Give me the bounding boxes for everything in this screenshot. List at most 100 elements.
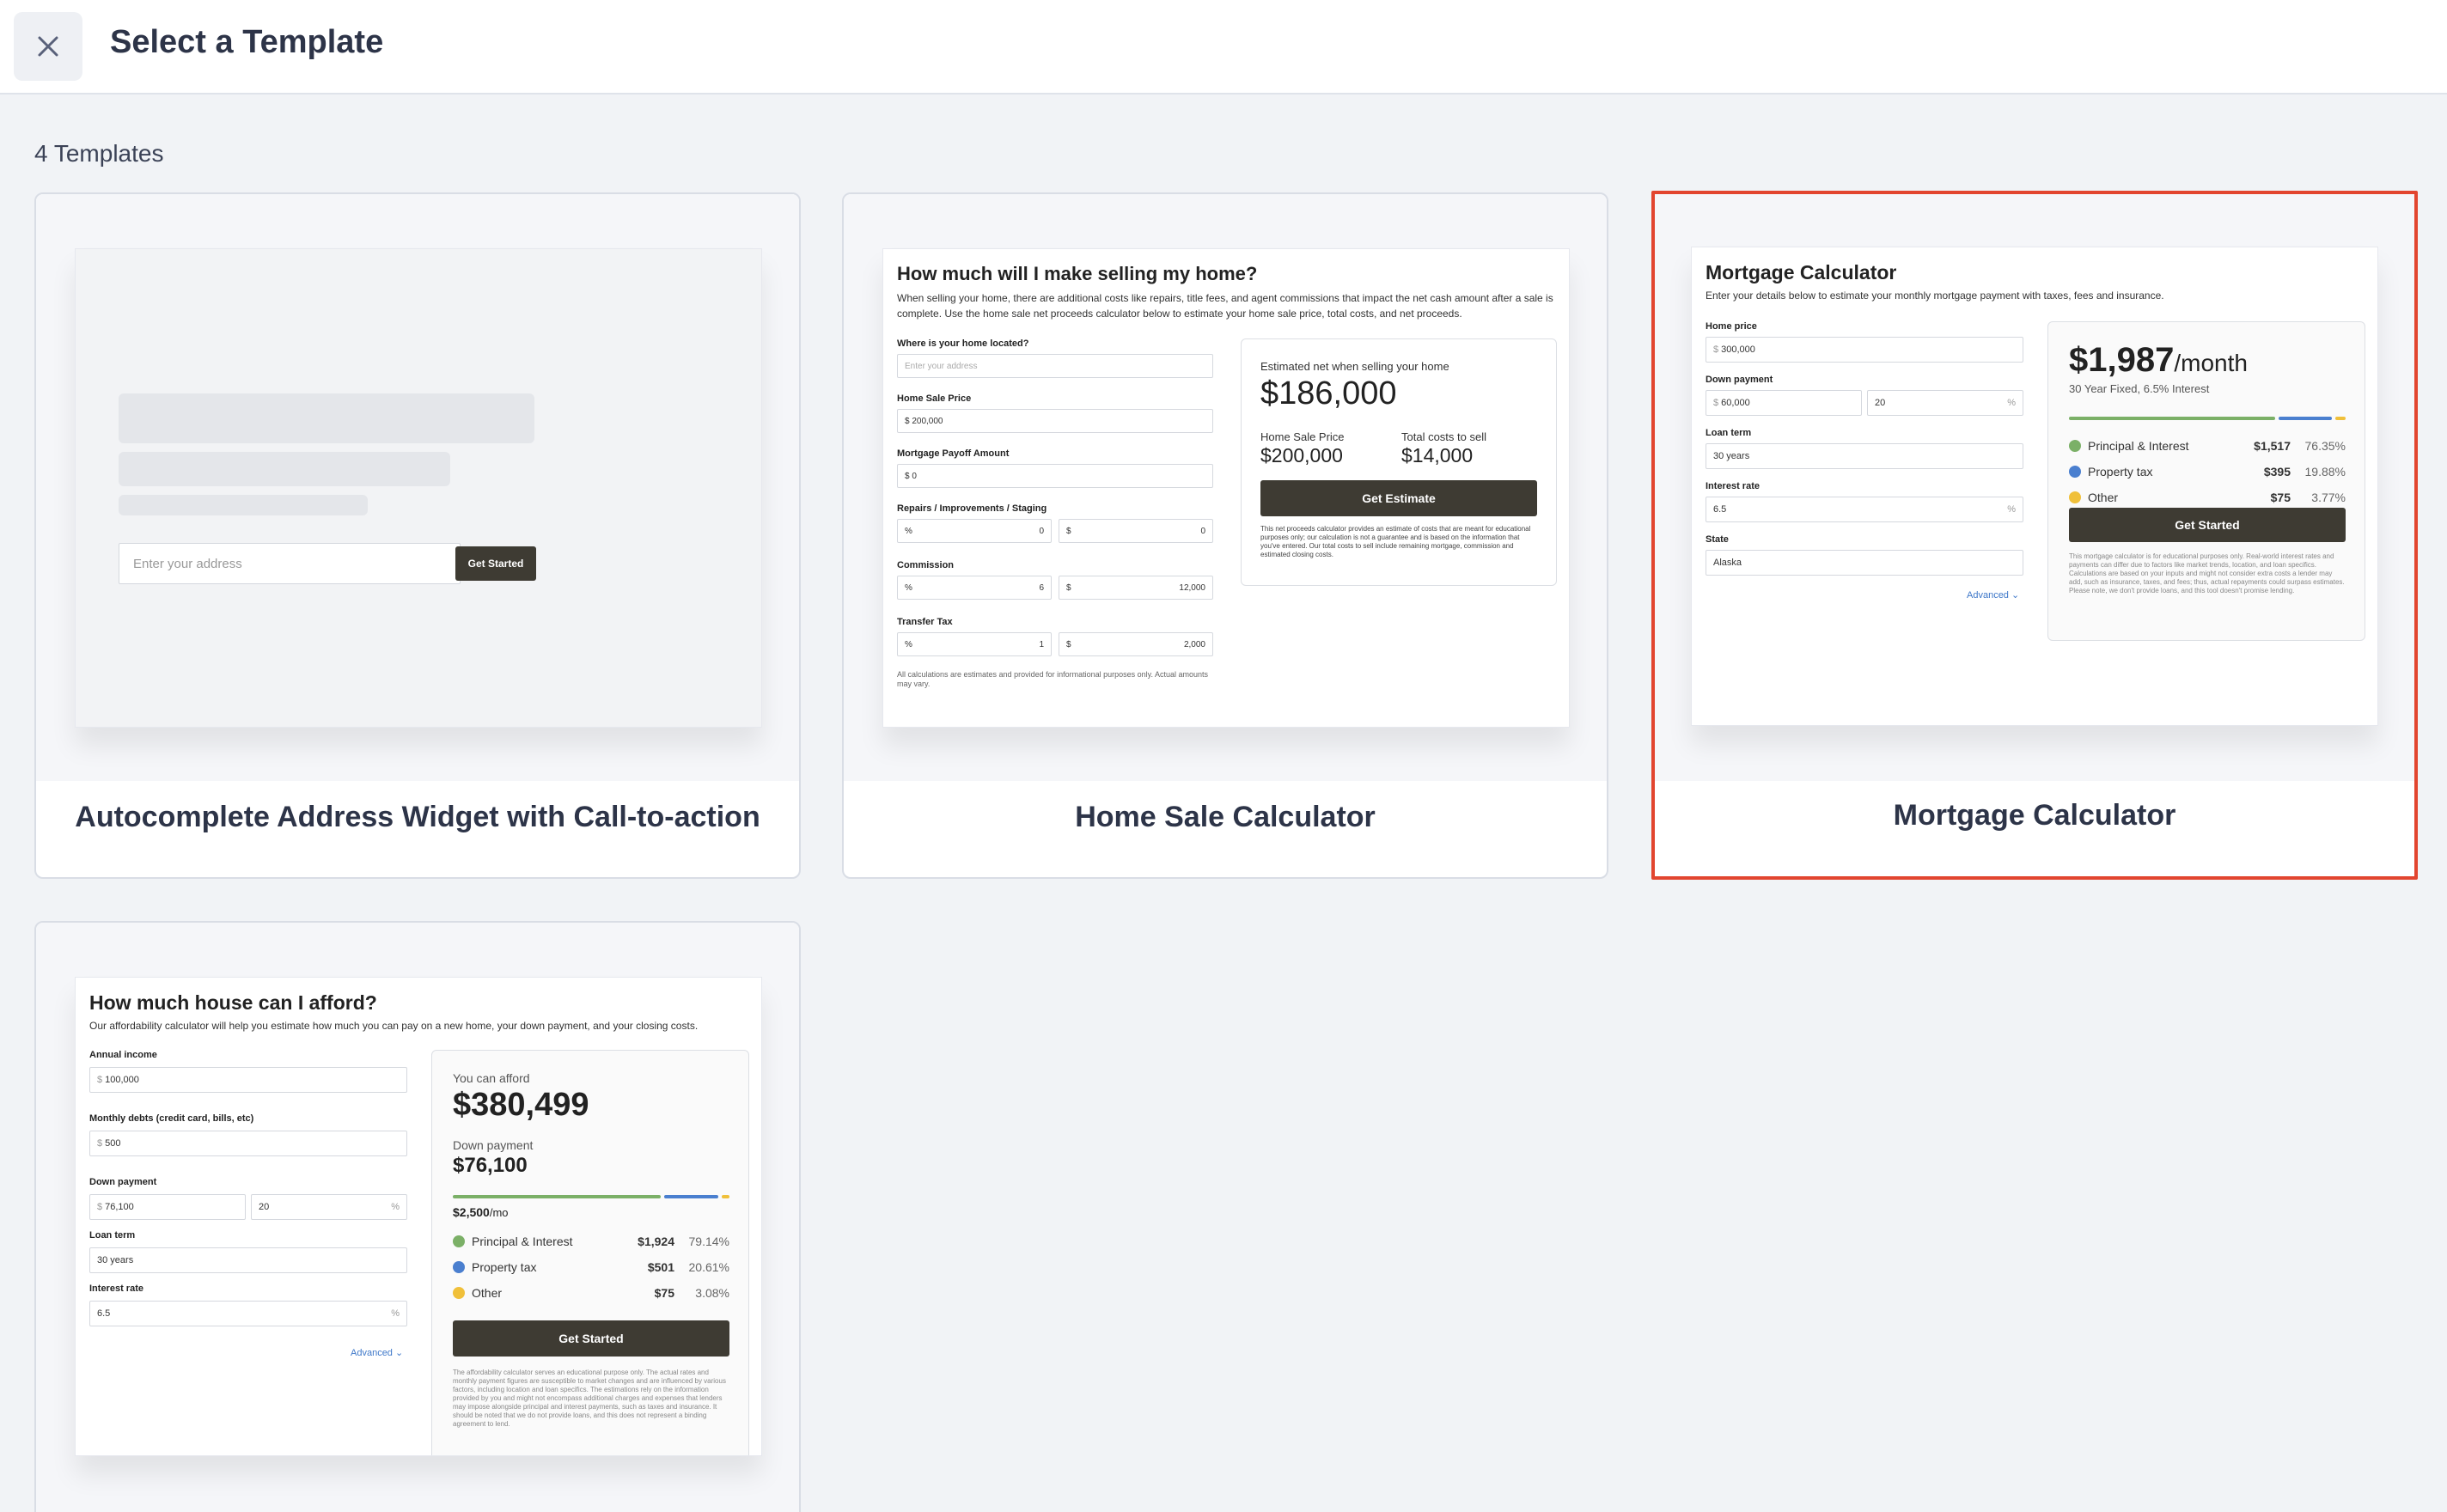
breakdown-amount: $501	[647, 1260, 674, 1274]
sale-price-label: Home Sale Price	[1260, 430, 1345, 443]
field-value: 20	[1875, 398, 1886, 408]
annual-income-input[interactable]: $100,000	[89, 1067, 407, 1093]
template-card-home-sale[interactable]: How much will I make selling my home? Wh…	[842, 192, 1608, 879]
get-estimate-button[interactable]: Get Estimate	[1260, 480, 1537, 516]
down-payment-value: $76,100	[453, 1154, 528, 1177]
down-payment-input[interactable]: $60,000	[1706, 390, 1862, 416]
repairs-percent-input[interactable]: % 0	[897, 519, 1052, 543]
breakdown-amount: $75	[2270, 491, 2291, 504]
unit-label: %	[2007, 504, 2016, 515]
breakdown-bar-segment	[453, 1195, 661, 1198]
legend-dot-icon	[453, 1261, 465, 1273]
breakdown-bar	[2069, 417, 2346, 420]
preview-heading: Mortgage Calculator	[1706, 261, 1897, 284]
unit-label: $	[1066, 639, 1071, 649]
legend-dot-icon	[2069, 440, 2081, 452]
template-preview-area: Mortgage Calculator Enter your details b…	[1655, 194, 2414, 781]
payment-amount: $1,987	[2069, 341, 2175, 379]
unit-label: $	[1713, 398, 1719, 408]
commission-amount-input[interactable]: $12,000	[1059, 576, 1213, 600]
preview-intro: Enter your details below to estimate you…	[1706, 290, 2164, 302]
skeleton-line	[119, 393, 534, 443]
loan-term-select[interactable]: 30 years	[89, 1247, 407, 1273]
field-label: Interest rate	[1706, 481, 1760, 491]
state-select[interactable]: Alaska	[1706, 550, 2023, 576]
field-label: Commission	[897, 560, 955, 570]
breakdown-row: Principal & Interest $1,517 76.35%	[2069, 439, 2346, 453]
unit-label: %	[2007, 398, 2016, 408]
skeleton-line	[119, 452, 450, 486]
field-value: 76,100	[105, 1202, 134, 1212]
template-preview: Enter your address Get Started	[75, 248, 762, 728]
loan-term-select[interactable]: 30 years	[1706, 443, 2023, 469]
field-value: 300,000	[1721, 344, 1755, 355]
address-input[interactable]: Enter your address	[119, 543, 461, 584]
breakdown-bar-segment	[721, 1195, 729, 1198]
template-preview: Mortgage Calculator Enter your details b…	[1691, 247, 2378, 726]
down-payment-percent-input[interactable]: 20%	[1867, 390, 2023, 416]
breakdown-name: Property tax	[2088, 465, 2153, 479]
template-preview-area: How much will I make selling my home? Wh…	[844, 194, 1607, 781]
loan-description: 30 Year Fixed, 6.5% Interest	[2069, 382, 2210, 395]
get-started-button[interactable]: Get Started	[455, 546, 536, 581]
get-started-button[interactable]: Get Started	[453, 1320, 729, 1357]
advanced-link[interactable]: Advanced ⌄	[351, 1347, 403, 1358]
template-preview-area: How much house can I afford? Our afforda…	[36, 923, 799, 1512]
breakdown-percent: 3.77%	[2311, 491, 2346, 504]
interest-rate-input[interactable]: 6.5%	[89, 1301, 407, 1326]
costs-value: $14,000	[1401, 444, 1474, 466]
field-value: 1	[1039, 639, 1044, 649]
field-value: 6.5	[1713, 504, 1727, 515]
address-input[interactable]: Enter your address	[897, 354, 1213, 378]
close-button[interactable]	[14, 12, 82, 81]
estimate-value: $186,000	[1260, 375, 1397, 412]
field-value: 0	[1200, 526, 1205, 536]
unit-label: $	[1066, 582, 1071, 593]
unit-label: $	[97, 1138, 103, 1149]
unit-label: %	[391, 1308, 400, 1319]
unit-label: %	[905, 582, 912, 593]
preview-intro: When selling your home, there are additi…	[897, 292, 1553, 320]
down-payment-percent-input[interactable]: 20%	[251, 1194, 407, 1220]
footnote: All calculations are estimates and provi…	[897, 670, 1209, 688]
breakdown-name: Property tax	[472, 1260, 537, 1274]
field-label: Loan term	[1706, 428, 1752, 438]
commission-percent-input[interactable]: % 6	[897, 576, 1052, 600]
affordability-panel: You can afford $380,499 Down payment $76…	[431, 1050, 749, 1455]
transfer-percent-input[interactable]: % 1	[897, 632, 1052, 656]
card-title: Home Sale Calculator	[1075, 801, 1376, 833]
monthly-debts-input[interactable]: $500	[89, 1131, 407, 1156]
template-card-autocomplete[interactable]: Enter your address Get Started Autocompl…	[34, 192, 801, 879]
template-preview-area: Enter your address Get Started	[36, 194, 799, 781]
unit-label: %	[905, 639, 912, 649]
field-label: Mortgage Payoff Amount	[897, 448, 1010, 459]
mortgage-payoff-input[interactable]: $ 0	[897, 464, 1213, 488]
transfer-amount-input[interactable]: $2,000	[1059, 632, 1213, 656]
estimate-panel: Estimated net when selling your home $18…	[1241, 338, 1557, 586]
afford-value: $380,499	[453, 1087, 589, 1123]
template-card-mortgage[interactable]: Mortgage Calculator Enter your details b…	[1651, 191, 2418, 880]
advanced-link[interactable]: Advanced ⌄	[1967, 589, 2019, 601]
field-label: Loan term	[89, 1230, 136, 1241]
payment-panel: $1,987/month 30 Year Fixed, 6.5% Interes…	[2047, 321, 2365, 641]
home-sale-price-input[interactable]: $ 200,000	[897, 409, 1213, 433]
field-value: 2,000	[1183, 639, 1205, 649]
down-payment-input[interactable]: $76,100	[89, 1194, 246, 1220]
field-value: 500	[105, 1138, 121, 1149]
templates-count: 4 Templates	[34, 140, 164, 167]
breakdown-amount: $1,924	[638, 1235, 674, 1248]
get-started-button[interactable]: Get Started	[2069, 508, 2346, 542]
field-label: Home price	[1706, 321, 1757, 332]
breakdown-bar-segment	[2335, 417, 2346, 420]
template-card-affordability[interactable]: How much house can I afford? Our afforda…	[34, 921, 801, 1512]
preview-intro: Our affordability calculator will help y…	[89, 1020, 699, 1032]
unit-label: $	[1713, 344, 1719, 355]
preview-heading: How much will I make selling my home?	[897, 263, 1258, 284]
breakdown-bar-segment	[2069, 417, 2275, 420]
home-price-input[interactable]: $300,000	[1706, 337, 2023, 363]
header: Select a Template	[0, 0, 2447, 94]
breakdown-row: Principal & Interest $1,924 79.14%	[453, 1235, 729, 1248]
field-label: Home Sale Price	[897, 393, 972, 404]
interest-rate-input[interactable]: 6.5%	[1706, 497, 2023, 522]
repairs-amount-input[interactable]: $0	[1059, 519, 1213, 543]
